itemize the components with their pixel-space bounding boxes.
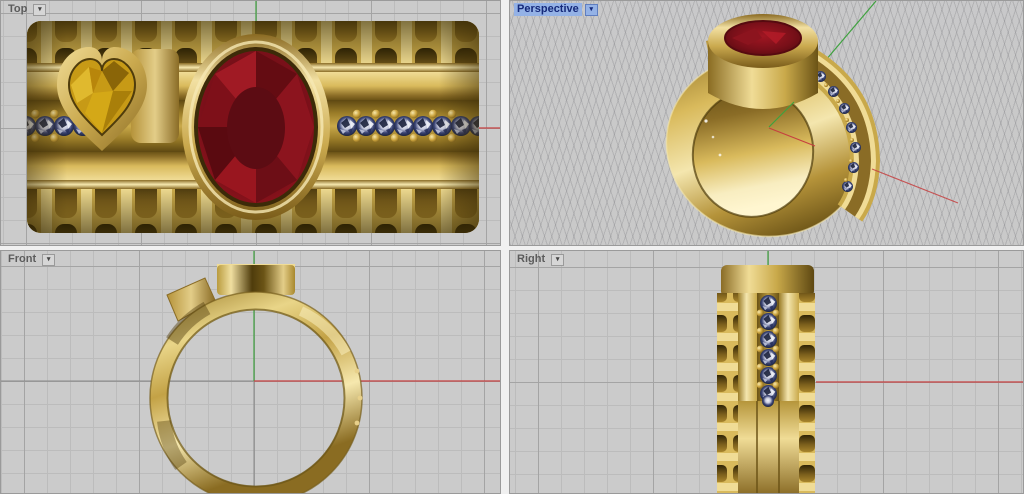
top-view-canvas[interactable] xyxy=(1,1,501,246)
viewport-title-label[interactable]: Front xyxy=(5,253,39,266)
axis-x-positive xyxy=(872,169,958,203)
viewport-title-label[interactable]: Perspective xyxy=(514,3,582,16)
viewport-title-perspective[interactable]: Perspective ▾ xyxy=(514,3,598,16)
ruby-gem[interactable] xyxy=(182,34,330,220)
viewport-title-right[interactable]: Right ▾ xyxy=(514,253,564,266)
viewport-menu-dropdown-icon[interactable]: ▾ xyxy=(585,4,598,16)
viewport-top[interactable]: Top ▾ xyxy=(0,0,501,246)
viewport-menu-dropdown-icon[interactable]: ▾ xyxy=(551,254,564,266)
bezel-side-view[interactable] xyxy=(721,265,814,297)
ring-model-right[interactable] xyxy=(717,265,815,494)
viewport-menu-dropdown-icon[interactable]: ▾ xyxy=(33,4,46,16)
ring-model-front[interactable] xyxy=(150,264,362,494)
viewport-front[interactable]: Front ▾ xyxy=(0,250,501,494)
front-view-canvas[interactable] xyxy=(1,251,501,494)
ring-band-top-view[interactable] xyxy=(16,21,489,233)
ruby-bezel-front[interactable] xyxy=(217,265,295,295)
viewport-title-top[interactable]: Top ▾ xyxy=(5,3,46,16)
viewport-perspective[interactable]: Perspective ▾ xyxy=(509,0,1024,246)
viewport-title-label[interactable]: Right xyxy=(514,253,548,266)
viewport-title-front[interactable]: Front ▾ xyxy=(5,253,55,266)
ruby-bezel-perspective[interactable] xyxy=(708,14,818,109)
viewport-menu-dropdown-icon[interactable]: ▾ xyxy=(42,254,55,266)
ring-model-perspective[interactable] xyxy=(649,14,880,246)
viewport-right[interactable]: Right ▾ xyxy=(509,250,1024,494)
right-view-canvas[interactable] xyxy=(510,251,1024,494)
perspective-view-canvas[interactable] xyxy=(510,1,1024,246)
band-lower-smooth xyxy=(738,401,799,494)
viewport-title-label[interactable]: Top xyxy=(5,3,30,16)
